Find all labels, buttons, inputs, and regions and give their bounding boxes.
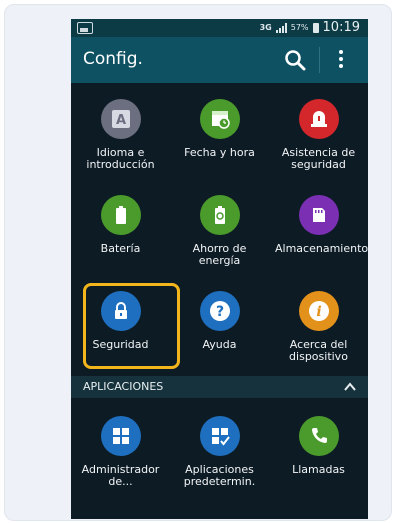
app-label: Aplicaciones predetermin. xyxy=(183,463,256,488)
app-label: Llamadas xyxy=(292,463,345,476)
app-label: Administrador de... xyxy=(81,463,160,488)
app-item[interactable]: Administrador de... xyxy=(71,416,170,488)
app-grid-icon xyxy=(100,416,141,456)
app-item[interactable]: Llamadas xyxy=(269,416,368,476)
apps-grid: Administrador de... Aplicaciones predeter… xyxy=(71,19,368,519)
app-item[interactable]: Aplicaciones predetermin. xyxy=(170,416,269,488)
highlight-box xyxy=(83,283,180,369)
phone-icon xyxy=(298,416,339,456)
app-grid-check-icon xyxy=(199,416,240,456)
phone-screen: 3G 57% 10:19 Config. A Idioma e introducc… xyxy=(71,19,368,519)
